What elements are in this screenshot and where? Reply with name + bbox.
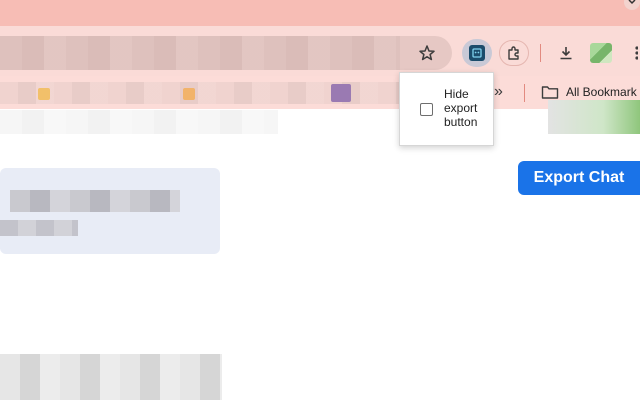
bookmark-favicon[interactable] [38,88,50,100]
kebab-menu-icon[interactable] [630,42,640,64]
bookmark-favicon[interactable] [183,88,195,100]
bookmarks-overflow-icon[interactable]: » [494,83,503,101]
download-icon[interactable] [555,42,577,64]
bookmarks-divider [524,84,525,102]
star-icon[interactable] [416,42,438,64]
blurred-text [0,220,78,236]
bookmark-favicon[interactable] [331,84,351,102]
address-bar[interactable] [0,36,452,70]
profile-icon[interactable] [589,42,613,64]
toolbar-divider [540,44,541,62]
extension-button[interactable] [462,39,492,67]
blurred-url [0,36,400,70]
puzzle-icon[interactable] [499,40,529,66]
extension-popup: Hide export button [399,72,494,146]
hide-export-label[interactable]: Hide export button [444,87,489,129]
blurred-content [548,100,640,134]
chevron-down-icon[interactable] [624,0,640,10]
blurred-content [0,110,278,134]
export-extension-icon [469,45,485,61]
blurred-text [10,190,180,212]
bookmarks-bar: » All Bookmark [0,76,640,109]
browser-toolbar [0,26,640,76]
export-chat-button[interactable]: Export Chat [518,161,640,195]
all-bookmarks-label[interactable]: All Bookmark [566,85,637,99]
blurred-text [0,354,222,400]
browser-window: » All Bookmark Hide export button Export… [0,0,640,400]
hide-export-checkbox[interactable] [420,103,433,116]
title-bar [0,0,640,26]
folder-icon[interactable] [541,84,559,100]
